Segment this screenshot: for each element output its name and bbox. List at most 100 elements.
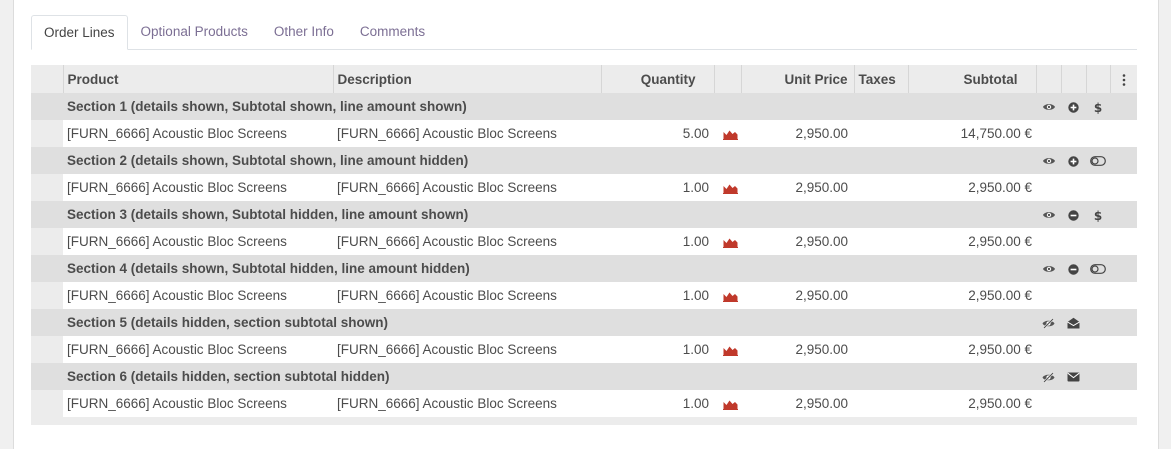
forecast-chart-icon[interactable] bbox=[718, 234, 738, 249]
row-handle[interactable] bbox=[31, 174, 63, 201]
order-line-row[interactable]: [FURN_6666] Acoustic Bloc Screens [FURN_6… bbox=[31, 228, 1137, 255]
eye-slash-icon[interactable] bbox=[1041, 369, 1056, 384]
kebab-menu-icon[interactable] bbox=[1122, 74, 1126, 86]
dollar-icon[interactable]: $ bbox=[1094, 207, 1102, 223]
order-line-row[interactable]: [FURN_6666] Acoustic Bloc Screens [FURN_6… bbox=[31, 282, 1137, 309]
section-icon-cell: $ bbox=[1086, 201, 1110, 228]
product-column-header[interactable]: Product bbox=[62, 65, 333, 93]
taxes-cell[interactable] bbox=[854, 390, 908, 417]
optional-columns-toggle[interactable] bbox=[1109, 65, 1137, 93]
unit-price-cell[interactable]: 2,950.00 bbox=[741, 120, 854, 147]
toggle-off-icon[interactable] bbox=[1090, 261, 1106, 276]
unit-price-cell[interactable]: 2,950.00 bbox=[741, 336, 854, 363]
unit-price-cell[interactable]: 2,950.00 bbox=[741, 390, 854, 417]
section-title[interactable]: Section 3 (details shown, Subtotal hidde… bbox=[63, 201, 1036, 228]
product-cell[interactable]: [FURN_6666] Acoustic Bloc Screens bbox=[63, 282, 333, 309]
tab-other-info[interactable]: Other Info bbox=[261, 15, 347, 48]
section-row[interactable]: Section 4 (details shown, Subtotal hidde… bbox=[31, 255, 1137, 282]
forecast-chart-icon[interactable] bbox=[718, 288, 738, 303]
subtotal-column-header[interactable]: Subtotal bbox=[907, 65, 1036, 93]
row-handle[interactable] bbox=[31, 93, 63, 120]
quantity-cell[interactable]: 5.00 bbox=[601, 120, 714, 147]
quantity-column-header[interactable]: Quantity bbox=[600, 65, 714, 93]
tab-order-lines[interactable]: Order Lines bbox=[31, 15, 128, 50]
envelope-open-icon[interactable] bbox=[1067, 315, 1080, 330]
section-icon-cell bbox=[1086, 309, 1110, 336]
taxes-cell[interactable] bbox=[854, 120, 908, 147]
tab-comments[interactable]: Comments bbox=[347, 15, 438, 48]
row-handle[interactable] bbox=[31, 201, 63, 228]
section-title[interactable]: Section 4 (details shown, Subtotal hidde… bbox=[63, 255, 1036, 282]
section-icon-cell bbox=[1036, 309, 1061, 336]
forecast-chart-icon[interactable] bbox=[718, 342, 738, 357]
toggle-off-icon[interactable] bbox=[1090, 153, 1106, 168]
unit-price-column-header[interactable]: Unit Price bbox=[740, 65, 854, 93]
eye-icon[interactable] bbox=[1042, 261, 1056, 276]
row-handle[interactable] bbox=[31, 228, 63, 255]
row-handle[interactable] bbox=[31, 390, 63, 417]
row-handle[interactable] bbox=[31, 147, 63, 174]
section-title[interactable]: Section 1 (details shown, Subtotal shown… bbox=[63, 93, 1036, 120]
row-handle[interactable] bbox=[31, 255, 63, 282]
product-cell[interactable]: [FURN_6666] Acoustic Bloc Screens bbox=[63, 336, 333, 363]
product-cell[interactable]: [FURN_6666] Acoustic Bloc Screens bbox=[63, 228, 333, 255]
plus-circle-icon[interactable] bbox=[1068, 153, 1079, 168]
forecast-chart-icon[interactable] bbox=[718, 396, 738, 411]
envelope-icon[interactable] bbox=[1067, 369, 1080, 384]
taxes-cell[interactable] bbox=[854, 282, 908, 309]
section-title[interactable]: Section 6 (details hidden, section subto… bbox=[63, 363, 1036, 390]
section-title[interactable]: Section 5 (details hidden, section subto… bbox=[63, 309, 1036, 336]
minus-circle-icon[interactable] bbox=[1068, 261, 1079, 276]
taxes-cell[interactable] bbox=[854, 228, 908, 255]
unit-price-cell[interactable]: 2,950.00 bbox=[741, 282, 854, 309]
row-handle[interactable] bbox=[31, 120, 63, 147]
description-cell[interactable]: [FURN_6666] Acoustic Bloc Screens bbox=[333, 120, 601, 147]
section-row[interactable]: Section 6 (details hidden, section subto… bbox=[31, 363, 1137, 390]
description-cell[interactable]: [FURN_6666] Acoustic Bloc Screens bbox=[333, 174, 601, 201]
svg-text:$: $ bbox=[1094, 101, 1102, 114]
unit-price-cell[interactable]: 2,950.00 bbox=[741, 174, 854, 201]
order-line-row[interactable]: [FURN_6666] Acoustic Bloc Screens [FURN_6… bbox=[31, 336, 1137, 363]
description-cell[interactable]: [FURN_6666] Acoustic Bloc Screens bbox=[333, 390, 601, 417]
row-handle[interactable] bbox=[31, 336, 63, 363]
tab-optional-products[interactable]: Optional Products bbox=[128, 15, 261, 48]
description-cell[interactable]: [FURN_6666] Acoustic Bloc Screens bbox=[333, 336, 601, 363]
unit-price-cell[interactable]: 2,950.00 bbox=[741, 228, 854, 255]
minus-circle-icon[interactable] bbox=[1068, 207, 1079, 222]
order-line-row[interactable]: [FURN_6666] Acoustic Bloc Screens [FURN_6… bbox=[31, 120, 1137, 147]
plus-circle-icon[interactable] bbox=[1068, 99, 1079, 114]
section-row[interactable]: Section 3 (details shown, Subtotal hidde… bbox=[31, 201, 1137, 228]
order-line-row[interactable]: [FURN_6666] Acoustic Bloc Screens [FURN_6… bbox=[31, 390, 1137, 417]
subtotal-toggle-column-header bbox=[1085, 65, 1110, 93]
section-row[interactable]: Section 2 (details shown, Subtotal shown… bbox=[31, 147, 1137, 174]
description-column-header[interactable]: Description bbox=[332, 65, 601, 93]
section-row[interactable]: Section 5 (details hidden, section subto… bbox=[31, 309, 1137, 336]
eye-icon[interactable] bbox=[1042, 153, 1056, 168]
eye-icon[interactable] bbox=[1042, 99, 1056, 114]
section-row[interactable]: Section 1 (details shown, Subtotal shown… bbox=[31, 93, 1137, 120]
quantity-cell[interactable]: 1.00 bbox=[601, 390, 714, 417]
dollar-icon[interactable]: $ bbox=[1094, 99, 1102, 115]
forecast-chart-icon[interactable] bbox=[718, 180, 738, 195]
order-line-row[interactable]: [FURN_6666] Acoustic Bloc Screens [FURN_6… bbox=[31, 174, 1137, 201]
description-cell[interactable]: [FURN_6666] Acoustic Bloc Screens bbox=[333, 282, 601, 309]
quantity-cell[interactable]: 1.00 bbox=[601, 228, 714, 255]
quantity-cell[interactable]: 1.00 bbox=[601, 174, 714, 201]
section-icon-cell bbox=[1086, 363, 1110, 390]
quantity-cell[interactable]: 1.00 bbox=[601, 282, 714, 309]
taxes-cell[interactable] bbox=[854, 336, 908, 363]
taxes-column-header[interactable]: Taxes bbox=[853, 65, 908, 93]
forecast-chart-icon[interactable] bbox=[718, 126, 738, 141]
description-cell[interactable]: [FURN_6666] Acoustic Bloc Screens bbox=[333, 228, 601, 255]
product-cell[interactable]: [FURN_6666] Acoustic Bloc Screens bbox=[63, 174, 333, 201]
quantity-cell[interactable]: 1.00 bbox=[601, 336, 714, 363]
eye-slash-icon[interactable] bbox=[1041, 315, 1056, 330]
product-cell[interactable]: [FURN_6666] Acoustic Bloc Screens bbox=[63, 120, 333, 147]
eye-icon[interactable] bbox=[1042, 207, 1056, 222]
section-title[interactable]: Section 2 (details shown, Subtotal shown… bbox=[63, 147, 1036, 174]
row-handle[interactable] bbox=[31, 309, 63, 336]
row-handle[interactable] bbox=[31, 282, 63, 309]
product-cell[interactable]: [FURN_6666] Acoustic Bloc Screens bbox=[63, 390, 333, 417]
row-handle[interactable] bbox=[31, 363, 63, 390]
taxes-cell[interactable] bbox=[854, 174, 908, 201]
